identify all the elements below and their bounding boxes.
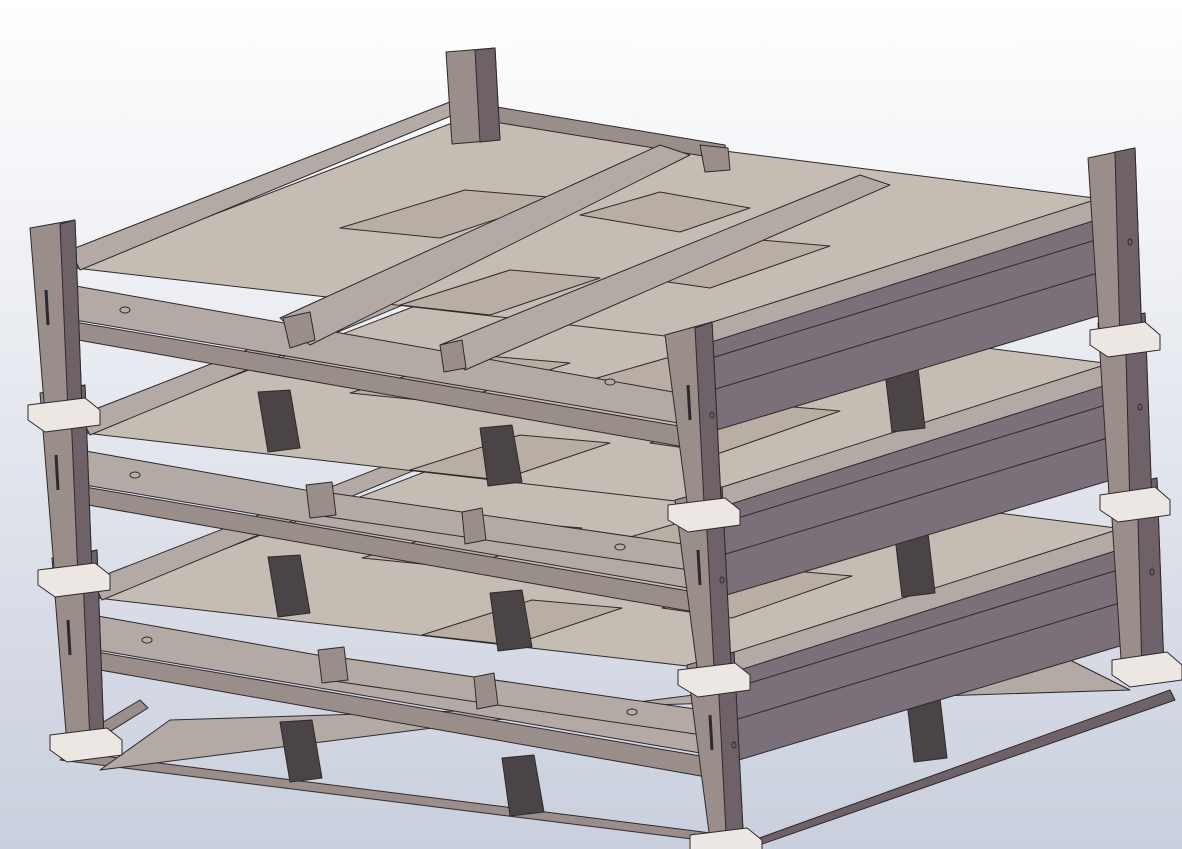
bolt-hole bbox=[709, 411, 715, 419]
post-slot bbox=[54, 454, 60, 491]
beam-end-cap bbox=[439, 339, 467, 373]
bolt-hole bbox=[614, 543, 626, 551]
post-slot bbox=[696, 549, 702, 586]
bolt-hole bbox=[141, 636, 153, 644]
cad-viewport[interactable] bbox=[0, 0, 1182, 849]
beam-end-cap bbox=[305, 481, 337, 519]
bolt-hole bbox=[626, 708, 638, 716]
post-slot bbox=[66, 619, 72, 656]
bolt-hole bbox=[119, 306, 131, 314]
post-slot bbox=[708, 714, 714, 751]
bolt-hole bbox=[1149, 568, 1155, 576]
beam-end-cap bbox=[461, 507, 487, 545]
corner-post-back-face bbox=[474, 47, 501, 143]
beam-end-cap bbox=[317, 646, 349, 684]
bolt-hole bbox=[129, 471, 141, 479]
bolt-hole bbox=[731, 741, 737, 749]
post-slot bbox=[44, 289, 50, 326]
beam-end-cap bbox=[473, 672, 499, 710]
stacked-pallet-cages-model bbox=[0, 0, 1182, 849]
post-slot bbox=[686, 384, 692, 421]
beam-end-cap bbox=[699, 144, 731, 173]
bolt-hole bbox=[719, 576, 725, 584]
bolt-hole bbox=[604, 378, 616, 386]
bolt-hole bbox=[1137, 403, 1143, 411]
bolt-hole bbox=[1127, 238, 1133, 246]
